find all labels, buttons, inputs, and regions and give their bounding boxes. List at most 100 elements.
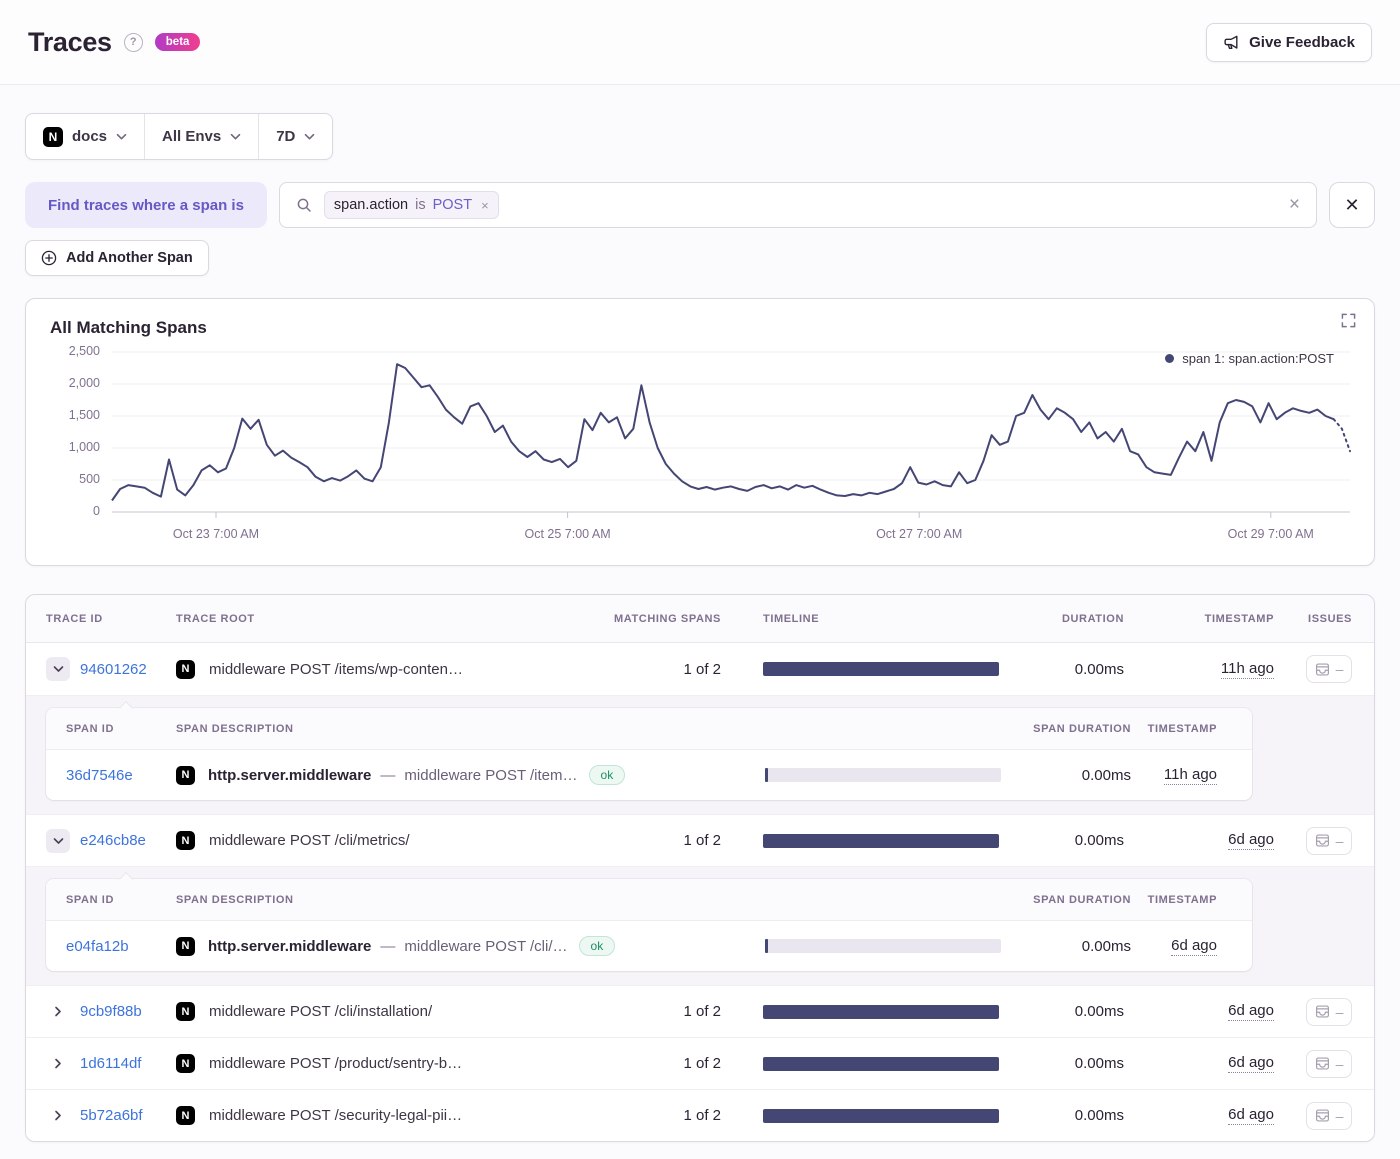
remove-token-icon[interactable]: × [481, 198, 489, 213]
span-description: middleware POST /item… [404, 767, 577, 784]
spans-line-chart[interactable] [112, 352, 1350, 518]
column-header-issues[interactable]: ISSUES [1274, 613, 1374, 625]
span-timeline-cell [731, 939, 1021, 953]
environment-filter[interactable]: All Envs [145, 114, 258, 159]
expand-chevron-button[interactable] [46, 1104, 70, 1128]
nextjs-icon: N [176, 1054, 195, 1073]
x-axis-tick-label: Oct 29 7:00 AM [1228, 527, 1314, 541]
remove-span-filter-button[interactable]: ✕ [1329, 182, 1375, 228]
column-header-matching-spans[interactable]: MATCHING SPANS [589, 613, 729, 625]
give-feedback-button[interactable]: Give Feedback [1206, 23, 1372, 62]
span-description-cell: Nhttp.server.middleware—middleware POST … [176, 765, 731, 785]
timestamp-value: 6d ago [1228, 831, 1274, 850]
column-header-span-timestamp: TIMESTAMP [1131, 723, 1252, 735]
column-header-trace-root[interactable]: TRACE ROOT [176, 613, 589, 625]
column-header-timestamp[interactable]: TIMESTAMP [1124, 613, 1274, 625]
issues-cell: – [1274, 1102, 1374, 1130]
span-timestamp-value: 6d ago [1171, 937, 1217, 956]
issues-button[interactable]: – [1306, 998, 1352, 1026]
nextjs-icon: N [176, 766, 195, 785]
x-axis-tick-label: Oct 23 7:00 AM [173, 527, 259, 541]
expand-chevron-button[interactable] [46, 829, 70, 853]
timeline-cell [729, 1057, 1019, 1071]
chevron-down-icon [230, 133, 241, 141]
timeline-cell [729, 1005, 1019, 1019]
date-range-filter[interactable]: 7D [259, 114, 332, 159]
timeline-bar [763, 1109, 999, 1123]
dash-icon: – [1336, 1109, 1344, 1123]
matching-spans-count: 1 of 2 [589, 1107, 729, 1124]
expand-chevron-button[interactable] [46, 1052, 70, 1076]
chevron-right-icon [54, 1110, 62, 1121]
issues-button[interactable]: – [1306, 655, 1352, 683]
issues-inbox-icon [1315, 1108, 1330, 1123]
span-filter-row: Find traces where a span is span.action … [25, 182, 1375, 228]
span-id-link[interactable]: 36d7546e [66, 767, 133, 784]
y-axis-tick-label: 500 [79, 472, 100, 486]
help-icon[interactable]: ? [124, 33, 143, 52]
issues-button[interactable]: – [1306, 1102, 1352, 1130]
trace-id-link[interactable]: 94601262 [80, 661, 147, 678]
legend-label: span 1: span.action:POST [1182, 351, 1334, 366]
timestamp-cell: 6d ago [1124, 1002, 1274, 1021]
span-subtable: SPAN IDSPAN DESCRIPTIONSPAN DURATIONTIME… [46, 708, 1252, 800]
timeline-bar [763, 834, 999, 848]
timestamp-value: 6d ago [1228, 1106, 1274, 1125]
y-axis-tick-label: 2,000 [69, 376, 100, 390]
trace-id-link[interactable]: 1d6114df [80, 1055, 141, 1072]
span-table-header-row: SPAN IDSPAN DESCRIPTIONSPAN DURATIONTIME… [46, 708, 1252, 750]
clear-search-icon[interactable]: × [1289, 194, 1300, 216]
timestamp-value: 6d ago [1228, 1054, 1274, 1073]
span-scope-label: Find traces where a span is [25, 182, 267, 228]
y-axis-labels: 05001,0001,5002,0002,500 [50, 352, 112, 512]
trace-id-link[interactable]: e246cb8e [80, 832, 146, 849]
issues-inbox-icon [1315, 833, 1330, 848]
span-search-input[interactable]: span.action is POST × × [279, 182, 1317, 228]
trace-id-cell: 94601262 [26, 657, 176, 681]
search-filter-token[interactable]: span.action is POST × [324, 191, 499, 219]
timeline-cell [729, 834, 1019, 848]
span-description-cell: Nhttp.server.middleware—middleware POST … [176, 936, 731, 956]
span-operation: http.server.middleware [208, 767, 371, 784]
trace-root: middleware POST /items/wp-conten… [209, 661, 463, 678]
issues-cell: – [1274, 1050, 1374, 1078]
span-row: 36d7546e Nhttp.server.middleware—middlewa… [46, 750, 1252, 800]
issues-inbox-icon [1315, 1056, 1330, 1071]
all-matching-spans-panel: All Matching Spans span 1: span.action:P… [25, 298, 1375, 566]
token-operator[interactable]: is [415, 197, 425, 213]
duration-value: 0.00ms [1019, 661, 1124, 678]
trace-row: 9cb9f88bNmiddleware POST /cli/installati… [26, 985, 1374, 1037]
token-value[interactable]: POST [433, 197, 472, 213]
timestamp-cell: 6d ago [1124, 1106, 1274, 1125]
y-axis-tick-label: 1,000 [69, 440, 100, 454]
project-filter[interactable]: N docs [26, 114, 144, 159]
span-timestamp-cell: 11h ago [1131, 766, 1252, 785]
matching-spans-count: 1 of 2 [589, 1003, 729, 1020]
chevron-down-icon [53, 665, 64, 673]
expand-chevron-button[interactable] [46, 657, 70, 681]
issues-button[interactable]: – [1306, 827, 1352, 855]
dash-icon: – [1336, 662, 1344, 676]
trace-id-link[interactable]: 9cb9f88b [80, 1003, 142, 1020]
column-header-trace-id[interactable]: TRACE ID [26, 613, 176, 625]
trace-id-link[interactable]: 5b72a6bf [80, 1107, 143, 1124]
column-header-duration[interactable]: DURATION [1019, 613, 1124, 625]
issues-button[interactable]: – [1306, 1050, 1352, 1078]
column-header-timeline[interactable]: TIMELINE [729, 613, 1019, 625]
add-another-span-button[interactable]: Add Another Span [25, 240, 209, 276]
span-timeline-marker [765, 939, 768, 953]
chart-legend[interactable]: span 1: span.action:POST [1165, 351, 1334, 366]
span-id-link[interactable]: e04fa12b [66, 938, 129, 955]
timeline-bar [763, 662, 999, 676]
megaphone-icon [1223, 34, 1240, 51]
separator: — [380, 938, 395, 955]
trace-id-cell: e246cb8e [26, 829, 176, 853]
expand-chevron-button[interactable] [46, 1000, 70, 1024]
expand-chart-button[interactable] [1341, 313, 1356, 331]
span-timestamp-value: 11h ago [1164, 766, 1217, 785]
give-feedback-label: Give Feedback [1249, 34, 1355, 51]
trace-root-cell: Nmiddleware POST /security-legal-pii… [176, 1106, 589, 1125]
chevron-down-icon [304, 133, 315, 141]
span-timeline-cell [731, 768, 1021, 782]
span-subtable: SPAN IDSPAN DESCRIPTIONSPAN DURATIONTIME… [46, 879, 1252, 971]
